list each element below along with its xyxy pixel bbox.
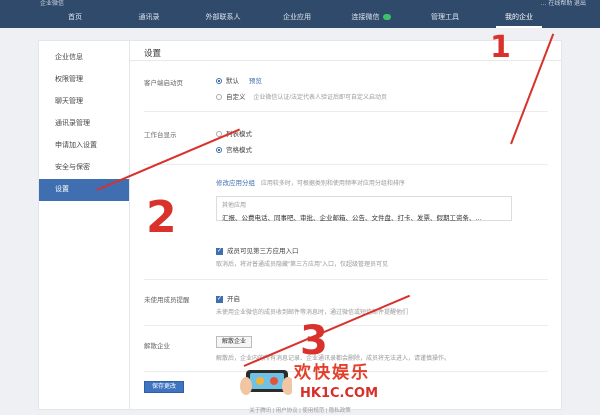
watermark: 欢快娱乐 HK1C.COM	[222, 356, 392, 410]
sidebar-item-contacts[interactable]: 通讯录管理	[39, 113, 129, 135]
nav-external-contacts[interactable]: 外部联系人	[186, 8, 260, 28]
preview-link[interactable]: 预览	[249, 78, 262, 85]
client-page-label: 客户端启动页	[144, 80, 183, 87]
top-links[interactable]: … 在线帮助 退出	[541, 0, 586, 8]
game-controller-icon	[240, 370, 292, 395]
third-party-hint: 取消后，将对普通成员隐藏“第三方应用”入口，仅超级管理员可见	[216, 262, 388, 268]
third-party-label: 成员可见第三方应用入口	[227, 248, 299, 255]
divider	[144, 164, 548, 165]
group-row: 修改应用分组 应用较多时，可根据类别和使用频率对应用分组和排序	[216, 177, 405, 187]
save-button[interactable]: 保存更改	[144, 381, 184, 393]
nav-management-tools[interactable]: 管理工具	[408, 8, 482, 28]
radio-on-icon	[216, 78, 222, 85]
client-page-custom-option[interactable]: 自定义 企业微信认证/法定代表人验证后即可自定义启动页	[216, 91, 387, 101]
checkbox-checked-icon: ✓	[216, 295, 223, 303]
divider	[144, 279, 548, 280]
nav-contacts[interactable]: 通讯录	[112, 8, 186, 28]
annotation-number-2: 2	[146, 192, 177, 243]
sidebar-item-join-settings[interactable]: 申请加入设置	[39, 135, 129, 157]
nav-connect-wechat-label: 连接微信	[351, 14, 380, 21]
box-title: 其他应用	[222, 203, 247, 209]
option-custom: 自定义	[226, 94, 246, 101]
option-default: 默认	[226, 78, 239, 85]
radio-off-icon	[216, 94, 222, 101]
third-party-checkbox[interactable]: ✓ 成员可见第三方应用入口	[216, 245, 299, 255]
client-page-default-option[interactable]: 默认 预览	[216, 75, 262, 85]
wechat-icon	[382, 14, 391, 21]
radio-on-icon	[216, 147, 222, 154]
sidebar-item-security[interactable]: 安全与保密	[39, 157, 129, 179]
group-hint: 应用较多时，可根据类别和使用频率对应用分组和排序	[260, 181, 405, 187]
option-grid: 宫格模式	[226, 147, 252, 154]
app-group-box[interactable]: 其他应用 汇报、公费电话、同事吧、审批、企业邮箱、公告、文件盘、打卡、发票、假期…	[216, 196, 512, 222]
checkbox-checked-icon: ✓	[216, 247, 223, 255]
sidebar-item-chat[interactable]: 聊天管理	[39, 91, 129, 113]
unused-label: 未使用成员提醒	[144, 297, 190, 304]
main-nav: 首页 通讯录 外部联系人 企业应用 连接微信 管理工具 我的企业	[0, 8, 600, 28]
workbench-label: 工作台显示	[144, 132, 177, 139]
settings-panel: 设置 客户端启动页 默认 预览 自定义 企业微信认证/法定代表人验证后即可自定义…	[130, 40, 562, 410]
edit-group-link[interactable]: 修改应用分组	[216, 180, 255, 187]
sidebar: 企业信息 权限管理 聊天管理 通讯录管理 申请加入设置 安全与保密 设置	[38, 40, 130, 410]
box-items: 汇报、公费电话、同事吧、审批、企业邮箱、公告、文件盘、打卡、发票、假期工资条、…	[222, 215, 482, 222]
nav-home[interactable]: 首页	[38, 8, 112, 28]
divider	[144, 111, 548, 112]
sidebar-item-permissions[interactable]: 权限管理	[39, 69, 129, 91]
top-bar: 企业微信 … 在线帮助 退出	[0, 0, 600, 8]
unused-check-label: 开启	[227, 296, 240, 303]
watermark-cn: 欢快娱乐	[294, 363, 370, 383]
app-logo: 企业微信	[40, 1, 65, 7]
dissolve-button[interactable]: 解散企业	[216, 336, 252, 348]
divider	[144, 325, 548, 326]
annotation-number-1: 1	[490, 30, 511, 65]
custom-hint: 企业微信认证/法定代表人验证后即可自定义启动页	[253, 95, 387, 101]
nav-my-enterprise[interactable]: 我的企业	[482, 8, 556, 28]
unused-checkbox[interactable]: ✓ 开启	[216, 293, 240, 303]
nav-apps[interactable]: 企业应用	[260, 8, 334, 28]
workbench-grid-option[interactable]: 宫格模式	[216, 144, 252, 154]
dissolve-label: 解散企业	[144, 343, 170, 350]
nav-connect-wechat[interactable]: 连接微信	[334, 8, 408, 28]
sidebar-item-enterprise-info[interactable]: 企业信息	[39, 47, 129, 69]
watermark-en: HK1C.COM	[300, 386, 379, 401]
